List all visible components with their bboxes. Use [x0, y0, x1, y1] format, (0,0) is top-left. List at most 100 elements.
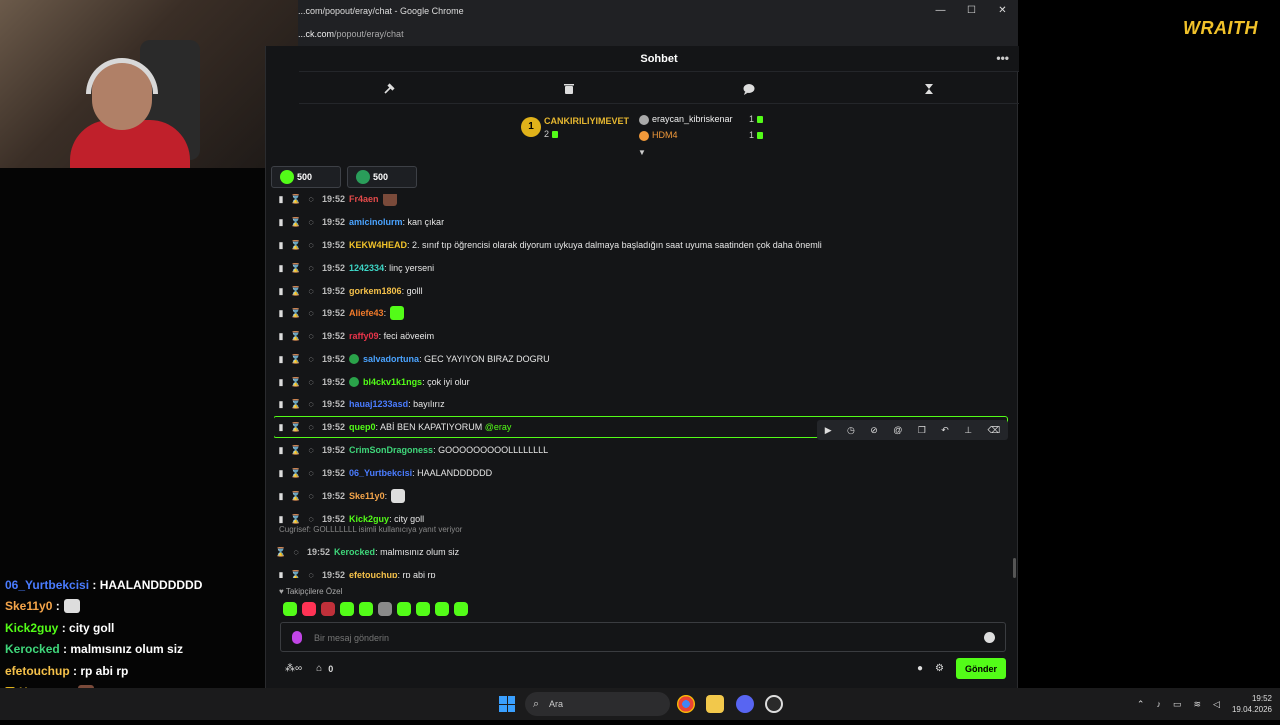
chat-message[interactable]: ▮ ⌛ ◌ 19:52 Fr4aen — [274, 194, 1009, 210]
timeout-icon[interactable]: ⌛ — [289, 263, 303, 274]
timeout-icon[interactable]: ⌛ — [289, 354, 303, 365]
steam-icon[interactable] — [765, 695, 783, 713]
message-username[interactable]: Kerocked — [334, 547, 375, 557]
microphone-icon[interactable]: ♪ — [1156, 699, 1161, 709]
timeout-icon[interactable]: ⌛ — [289, 468, 303, 479]
ban-hammer-icon[interactable] — [299, 74, 479, 103]
delete-message-icon[interactable]: ▮ — [274, 286, 288, 297]
timeout-icon[interactable]: ⌛ — [289, 217, 303, 228]
emote-icon[interactable] — [359, 602, 373, 616]
delete-message-icon[interactable]: ▮ — [274, 263, 288, 274]
expand-chevron-icon[interactable]: ▼ — [638, 148, 646, 157]
chat-message[interactable]: ▮ ⌛ ◌ 19:52 amicinolurm: kan çıkar — [274, 211, 1009, 233]
timeout-clock-icon[interactable]: ◷ — [847, 425, 855, 436]
windows-start-icon[interactable] — [499, 696, 515, 712]
clock[interactable]: 19:52 19.04.2026 — [1232, 693, 1272, 715]
ban-icon[interactable]: ◌ — [304, 570, 318, 578]
message-username[interactable]: 06_Yurtbekcisi — [349, 468, 412, 478]
chat-message[interactable]: ⌛ ◌ 19:52 Kerocked: malmısınız olum siz — [274, 541, 1009, 563]
ban-icon[interactable]: ◌ — [304, 445, 318, 455]
delete-message-icon[interactable]: ▮ — [274, 491, 288, 502]
ban-icon[interactable]: ◌ — [304, 263, 318, 273]
reply-icon[interactable]: ↶ — [941, 425, 949, 436]
message-username[interactable]: CrimSonDragoness — [349, 445, 433, 455]
message-username[interactable]: bl4ckv1k1ngs — [363, 377, 422, 387]
timeout-icon[interactable]: ⌛ — [289, 491, 303, 502]
emote-icon[interactable] — [321, 602, 335, 616]
chevron-up-icon[interactable]: ⌃ — [1137, 699, 1145, 710]
delete-message-icon[interactable]: ▮ — [274, 194, 288, 205]
third-gifter-name[interactable]: HDM4 — [652, 130, 678, 140]
chat-bubble-icon[interactable] — [659, 74, 839, 103]
message-username[interactable]: Kick2guy — [349, 514, 389, 524]
mention[interactable]: @eray — [485, 422, 512, 432]
emote-icon[interactable] — [435, 602, 449, 616]
message-username[interactable]: raffy09 — [349, 331, 379, 341]
delete-message-icon[interactable]: ▮ — [274, 399, 288, 410]
timeout-icon[interactable]: ⌛ — [289, 240, 303, 251]
scrollbar[interactable] — [1013, 558, 1016, 578]
message-username[interactable]: amicinolurm — [349, 217, 403, 227]
network-icon[interactable]: ▭ — [1173, 699, 1182, 710]
timeout-icon[interactable]: ⌛ — [289, 399, 303, 410]
ban-icon[interactable]: ◌ — [304, 331, 318, 341]
timeout-icon[interactable]: ⌛ — [289, 308, 303, 319]
timeout-icon[interactable]: ⌛ — [289, 514, 303, 525]
timeout-icon[interactable]: ⌛ — [289, 194, 303, 205]
emote-icon[interactable] — [416, 602, 430, 616]
clear-chat-icon[interactable] — [479, 74, 659, 103]
message-username[interactable]: Fr4aen — [349, 194, 379, 204]
kicks-gift-pill[interactable]: 500 — [347, 166, 417, 188]
ban-icon[interactable]: ◌ — [304, 217, 318, 227]
kicks-gift-pill[interactable]: 500 — [271, 166, 341, 188]
chat-message[interactable]: ▮ ⌛ ◌ 19:52 KEKW4HEAD: 2. sınıf tıp öğrencis… — [274, 234, 1009, 256]
chat-message[interactable]: ▮ ⌛ ◌ 19:52 raffy09: feci aöveeim — [274, 325, 1009, 347]
minimize-button[interactable]: — — [925, 0, 956, 22]
ban-icon[interactable]: ◌ — [304, 514, 318, 524]
mention-icon[interactable]: @ — [893, 425, 902, 435]
message-username[interactable]: KEKW4HEAD — [349, 240, 407, 250]
store-icon[interactable]: ⌂ — [316, 663, 322, 674]
delete-message-icon[interactable]: ▮ — [274, 514, 288, 525]
emote-icon[interactable] — [378, 602, 392, 616]
maximize-button[interactable]: ☐ — [956, 0, 987, 22]
emote-icon[interactable] — [302, 602, 316, 616]
chat-message[interactable]: ▮ ⌛ ◌ 19:52 Aliefe43: — [274, 302, 1009, 324]
copy-icon[interactable]: ❐ — [918, 425, 926, 436]
slow-mode-hourglass-icon[interactable] — [839, 74, 1019, 103]
ban-icon[interactable]: ◌ — [304, 468, 318, 478]
infinity-icon[interactable]: ⁂∞ — [285, 663, 302, 674]
emote-icon[interactable] — [397, 602, 411, 616]
delete-message-icon[interactable]: ▮ — [274, 377, 288, 388]
pin-icon[interactable]: ⊥ — [964, 425, 972, 436]
settings-gear-icon[interactable]: ⚙ — [935, 663, 944, 674]
timeout-icon[interactable]: ⌛ — [289, 331, 303, 342]
more-options-icon[interactable]: ••• — [996, 51, 1009, 65]
message-username[interactable]: hauaj1233asd — [349, 399, 408, 409]
ban-icon[interactable]: ◌ — [304, 286, 318, 296]
file-explorer-icon[interactable] — [706, 695, 724, 713]
delete-message-icon[interactable]: ▮ — [274, 331, 288, 342]
microphone-icon[interactable] — [292, 631, 302, 644]
ban-icon[interactable]: ◌ — [304, 491, 318, 501]
wifi-icon[interactable]: ≋ — [1193, 699, 1201, 710]
ban-icon[interactable]: ◌ — [304, 194, 318, 204]
taskbar-search[interactable]: Ara — [525, 692, 670, 716]
timeout-icon[interactable]: ⌛ — [289, 286, 303, 297]
volume-icon[interactable]: ◁ — [1213, 699, 1220, 710]
chat-message[interactable]: ▮ ⌛ ◌ 19:52 hauaj1233asd: bayılırız — [274, 393, 1009, 415]
hide-icon[interactable]: ⊘ — [870, 425, 878, 436]
play-icon[interactable]: ▶ — [825, 425, 832, 436]
close-button[interactable]: ✕ — [987, 0, 1018, 22]
delete-icon[interactable]: ⌫ — [987, 425, 1000, 436]
chat-message[interactable]: ▮ ⌛ ◌ 19:52 efetouchup: rp abi rp — [274, 564, 1009, 579]
ban-icon[interactable]: ◌ — [304, 240, 318, 250]
discord-icon[interactable] — [736, 695, 754, 713]
address-bar[interactable]: ...ck.com /popout/eray/chat — [298, 22, 1018, 46]
ban-icon[interactable]: ◌ — [304, 399, 318, 409]
message-input[interactable] — [314, 629, 954, 647]
ban-icon[interactable]: ◌ — [304, 308, 318, 318]
delete-message-icon[interactable]: ▮ — [274, 445, 288, 456]
message-username[interactable]: efetouchup — [349, 570, 398, 578]
timeout-icon[interactable]: ⌛ — [289, 570, 303, 579]
